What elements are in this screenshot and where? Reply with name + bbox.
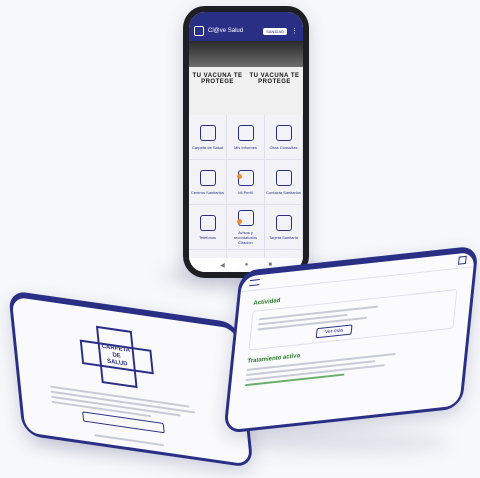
right-phone: Actividad Ver más Tratamiento activo [223,245,479,434]
header-logo-icon [457,255,467,265]
menu-tile[interactable]: Carpeta de Salud [189,115,227,160]
card-icon [275,214,292,231]
menu-tile-label: Citas Consultas [269,144,298,150]
menu-tile[interactable]: Avisos y recordatorios Citación [227,205,265,250]
footer-link[interactable] [94,434,165,447]
right-phone-wrapper: Actividad Ver más Tratamiento activo [222,236,480,446]
menu-tile[interactable]: Mis Informes [227,115,265,160]
menu-tile[interactable]: Teléfonos [189,205,227,250]
brand-badge: SANIDAD [263,27,287,35]
menu-tile[interactable]: Citas Consultas [265,115,303,160]
menu-tile-label: Contacta Sanitarios [266,189,301,195]
app-logo-icon [194,26,204,36]
menu-tile-label: Centros Sanitarios [191,189,224,195]
left-phone: CARPETA DE SALUD [8,290,254,469]
menu-grid: Carpeta de Salud Mis Informes Citas Consul… [189,115,303,272]
menu-tile[interactable]: Tarjeta Sanitaria [265,205,303,250]
banner-left: TU VACUNA TE PROTEGE [189,41,246,115]
eyes-photo [189,41,246,67]
top-phone-screen: Cl@ve Salud SANIDAD ⋮ TU VACUNA TE PROTE… [189,12,303,272]
see-more-button[interactable]: Ver más [315,324,353,339]
menu-tile-label: Mi Perfil [238,189,253,195]
status-bar [189,12,303,21]
menu-tile[interactable]: Contacta Sanitarios [265,160,303,205]
carpeta-de-salud-logo: CARPETA DE SALUD [79,325,154,389]
back-nav-icon[interactable]: ◀ [220,262,225,269]
reports-icon [237,124,254,141]
menu-tile-label: Avisos y recordatorios Citación [233,229,258,245]
eyes-photo [246,41,303,67]
phone-icon [199,214,216,231]
banner-right-slogan: TU VACUNA TE PROTEGE [249,73,300,85]
left-phone-screen: CARPETA DE SALUD [11,296,251,465]
banner-right: TU VACUNA TE PROTEGE [246,41,303,115]
top-phone: Cl@ve Salud SANIDAD ⋮ TU VACUNA TE PROTE… [183,6,309,278]
app-bar: Cl@ve Salud SANIDAD ⋮ [189,21,303,41]
right-phone-screen: Actividad Ver más Tratamiento activo [226,251,476,431]
folder-cross-icon [199,124,216,141]
menu-tile-label: Teléfonos [198,234,217,240]
vaccine-banner[interactable]: TU VACUNA TE PROTEGE TU VACUNA TE PROTEG… [189,41,303,115]
menu-icon[interactable] [249,279,260,287]
notification-dot [236,219,242,224]
doctor-icon [275,169,292,186]
menu-tile-label: Carpeta de Salud [191,144,224,150]
building-icon [199,169,216,186]
left-phone-wrapper: CARPETA DE SALUD [8,290,262,478]
banner-left-slogan: TU VACUNA TE PROTEGE [192,73,243,85]
overflow-menu-icon[interactable]: ⋮ [291,27,298,35]
menu-tile-label: Tarjeta Sanitaria [269,234,298,240]
menu-tile[interactable]: Centros Sanitarios [189,160,227,205]
notification-dot [236,174,242,179]
clipboard-icon [275,124,292,141]
menu-tile[interactable]: Mi Perfil [227,160,265,205]
menu-tile-label: Mis Informes [234,144,257,150]
app-title: Cl@ve Salud [208,28,244,34]
